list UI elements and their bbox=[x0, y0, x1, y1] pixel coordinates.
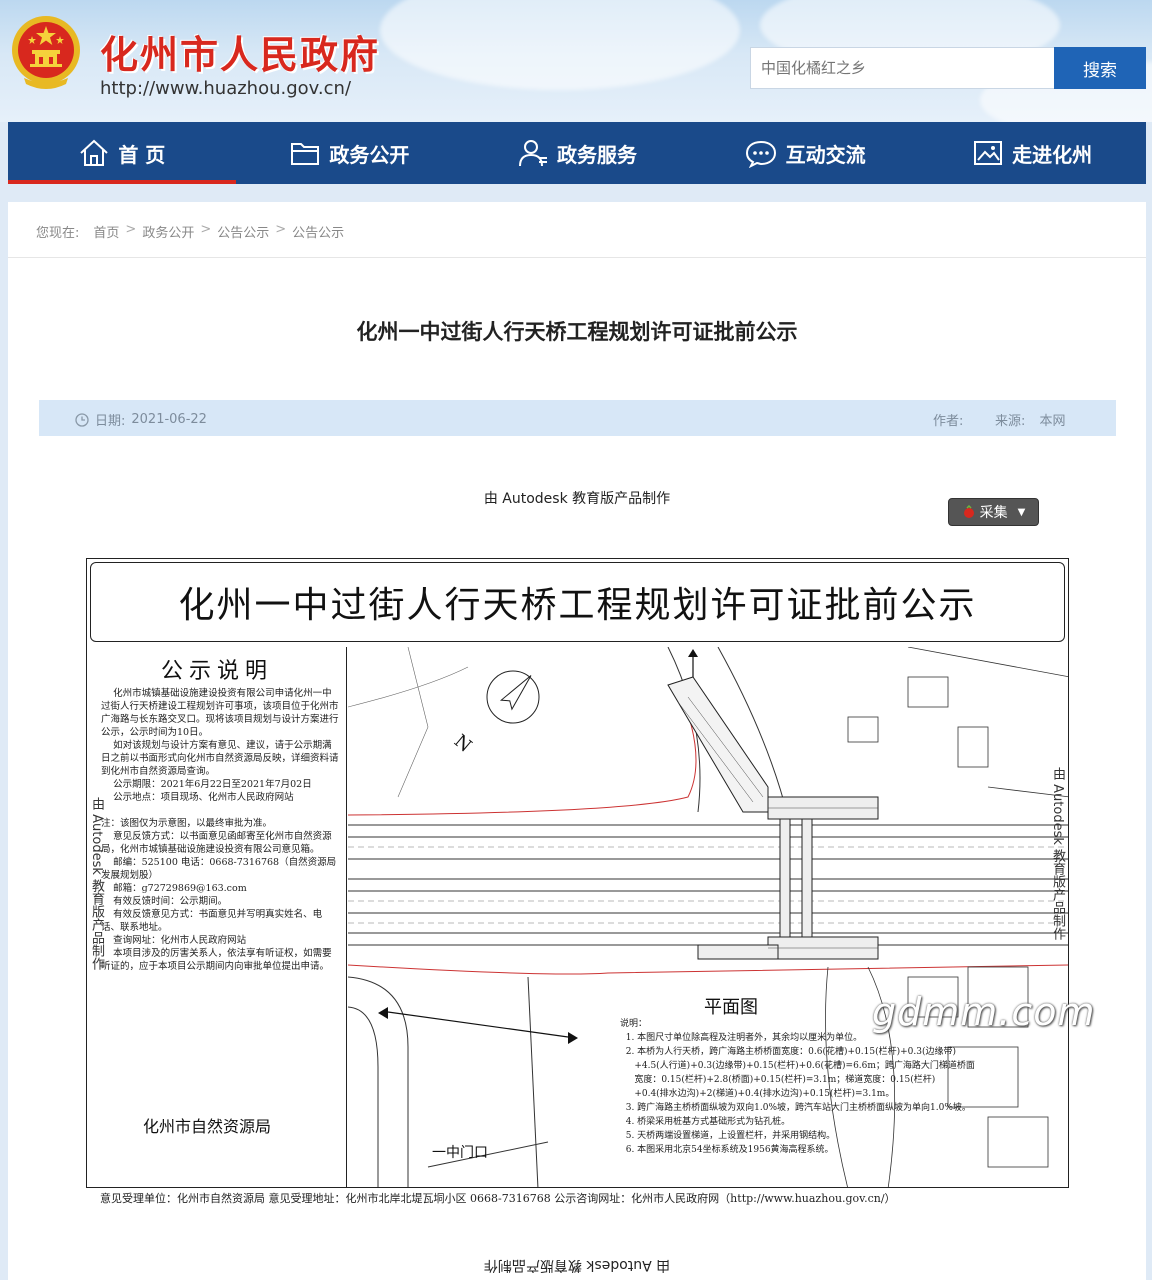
site-watermark: gdmm.com bbox=[872, 990, 1096, 1034]
author-label: 作者: bbox=[933, 414, 964, 429]
source-value: 本网 bbox=[1039, 414, 1066, 429]
article-author: 作者: bbox=[933, 410, 963, 429]
drawing-title: 化州一中过街人行天桥工程规划许可证批前公示 bbox=[90, 562, 1065, 642]
date-label: 日期: bbox=[95, 414, 126, 429]
plan-view: N 平面图 说明： 1. 本图尺寸单位除高程及注明者外，其余均以厘米为单位。 2… bbox=[347, 646, 1068, 1187]
plan-notes: 说明： 1. 本图尺寸单位除高程及注明者外，其余均以厘米为单位。 2. 本桥为人… bbox=[620, 1019, 975, 1155]
road-label: 一中门口 bbox=[432, 1145, 488, 1161]
drawing-footer: 意见受理单位：化州市自然资源局 意见受理地址：化州市北岸北堤瓦垌小区 0668-… bbox=[100, 1192, 896, 1205]
site-header: 化州市人民政府 http://www.huazhou.gov.cn/ 搜索 bbox=[0, 0, 1152, 122]
breadcrumb-separator: > bbox=[125, 222, 137, 237]
notice-text: 化州市城镇基础设施建设投资有限公司申请化州一中过街人行天桥建设工程规划许可事项，… bbox=[101, 688, 339, 972]
breadcrumb-item-home[interactable]: 首页 bbox=[93, 222, 119, 241]
user-service-icon bbox=[518, 140, 547, 167]
site-name[interactable]: 化州市人民政府 bbox=[100, 24, 380, 79]
picture-icon bbox=[974, 141, 1003, 165]
folder-icon bbox=[291, 143, 320, 165]
autodesk-watermark-right: 由 Autodesk 教育版产品制作 bbox=[1050, 767, 1065, 940]
article-date: 日期: 2021-06-22 bbox=[75, 410, 207, 429]
nav-item-label: 互动交流 bbox=[785, 142, 866, 167]
collect-button[interactable]: 采集 ▼ bbox=[948, 498, 1039, 526]
date-value: 2021-06-22 bbox=[131, 412, 207, 427]
source-label: 来源: bbox=[995, 414, 1026, 429]
chat-icon bbox=[745, 140, 776, 168]
nav-item-about-huazhou[interactable]: 走进化州 bbox=[918, 122, 1146, 184]
nav-item-label: 政务公开 bbox=[329, 142, 410, 167]
main-nav: 首 页 政务公开 政务服务 互动交流 走进化州 bbox=[8, 122, 1146, 184]
breadcrumb-divider bbox=[8, 257, 1146, 258]
clock-icon bbox=[75, 412, 89, 427]
breadcrumb-item-notices[interactable]: 公告公示 bbox=[217, 222, 269, 241]
article-meta-bar: 日期: 2021-06-22 作者: 来源: 本网 bbox=[39, 400, 1116, 436]
planning-drawing-image: 化州一中过街人行天桥工程规划许可证批前公示 公示说明 化州市城镇基础设施建设投资… bbox=[86, 558, 1069, 1188]
nav-item-label: 首 页 bbox=[118, 142, 166, 167]
caret-down-icon: ▼ bbox=[1017, 506, 1026, 518]
article-title: 化州一中过街人行天桥工程规划许可证批前公示 bbox=[356, 320, 798, 344]
nav-item-interaction[interactable]: 互动交流 bbox=[691, 122, 919, 184]
autodesk-watermark-left: 由 Autodesk 教育版产品制作 bbox=[89, 797, 104, 970]
autodesk-note-bottom: 由 Autodesk 教育版产品制作 bbox=[483, 1257, 671, 1273]
search-input[interactable] bbox=[750, 47, 1055, 89]
breadcrumb: 您现在: 首页 > 政务公开 > 公告公示 > 公告公示 bbox=[36, 222, 344, 241]
breadcrumb-prefix: 您现在: bbox=[36, 226, 80, 241]
nav-item-government-services[interactable]: 政务服务 bbox=[463, 122, 691, 184]
content-card: 您现在: 首页 > 政务公开 > 公告公示 > 公告公示 化州一中过街人行天桥工… bbox=[8, 202, 1146, 1280]
breadcrumb-item-gov-affairs[interactable]: 政务公开 bbox=[142, 222, 194, 241]
north-arrow-icon: N bbox=[450, 670, 540, 757]
site-url: http://www.huazhou.gov.cn/ bbox=[100, 78, 352, 99]
nav-item-government-affairs[interactable]: 政务公开 bbox=[236, 122, 464, 184]
collect-label: 采集 bbox=[979, 505, 1008, 521]
home-icon bbox=[80, 139, 108, 166]
plan-view-label: 平面图 bbox=[704, 997, 758, 1018]
nav-item-label: 走进化州 bbox=[1012, 142, 1093, 167]
notice-signature: 化州市自然资源局 bbox=[143, 1117, 272, 1136]
header-cloud-decoration bbox=[380, 0, 740, 90]
national-emblem-icon bbox=[12, 16, 80, 89]
collect-icon bbox=[963, 505, 974, 518]
nav-item-label: 政务服务 bbox=[556, 142, 637, 167]
svg-text:N: N bbox=[450, 731, 476, 757]
nav-item-home[interactable]: 首 页 bbox=[8, 122, 236, 184]
notice-panel: 公示说明 化州市城镇基础设施建设投资有限公司申请化州一中过街人行天桥建设工程规划… bbox=[87, 647, 347, 1187]
breadcrumb-separator: > bbox=[200, 222, 212, 237]
breadcrumb-separator: > bbox=[275, 222, 287, 237]
search-button[interactable]: 搜索 bbox=[1054, 47, 1146, 89]
article-source: 来源: 本网 bbox=[995, 410, 1066, 429]
notice-heading: 公示说明 bbox=[160, 659, 273, 684]
breadcrumb-item-notices-current[interactable]: 公告公示 bbox=[292, 222, 344, 241]
